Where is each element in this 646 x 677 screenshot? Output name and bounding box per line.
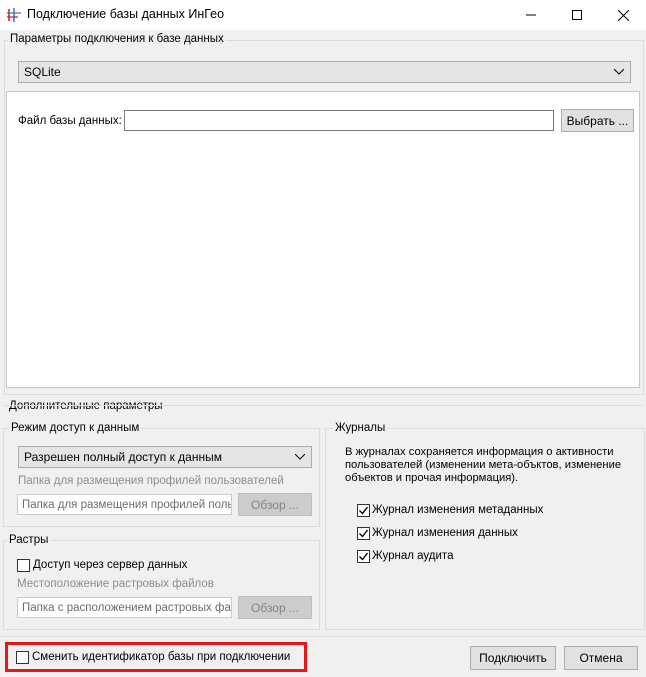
- app-icon: [7, 8, 21, 22]
- access-mode-select[interactable]: Разрешен полный доступ к данным: [18, 446, 312, 468]
- change-id-checkbox[interactable]: [16, 651, 29, 664]
- database-file-input[interactable]: [124, 110, 554, 131]
- raster-location-input[interactable]: Папка с расположением растровых файлов: [17, 597, 232, 618]
- chevron-down-icon: [295, 454, 305, 460]
- access-group-title: Режим доступ к данным: [9, 422, 142, 434]
- audit-log-label: Журнал аудита: [372, 550, 454, 562]
- profiles-folder-label: Папка для размещения профилей пользовате…: [18, 475, 284, 487]
- data-log-checkbox[interactable]: [357, 527, 370, 540]
- access-mode-value: Разрешен полный доступ к данным: [24, 450, 222, 464]
- close-button[interactable]: [600, 0, 646, 30]
- audit-log-checkbox[interactable]: [357, 550, 370, 563]
- minimize-button[interactable]: [508, 0, 554, 30]
- raster-browse-button[interactable]: Обзор ...: [238, 596, 312, 619]
- server-access-checkbox[interactable]: [17, 559, 30, 572]
- footer-divider: [0, 636, 646, 637]
- additional-title: Дополнительные параметры: [9, 400, 163, 412]
- connect-button[interactable]: Подключить: [470, 646, 556, 670]
- metadata-log-label: Журнал изменения метаданных: [372, 504, 544, 516]
- server-access-label: Доступ через сервер данных: [33, 559, 188, 571]
- close-icon: [617, 9, 629, 21]
- check-icon: [359, 552, 369, 561]
- title-bar: Подключение базы данных ИнГео: [0, 0, 646, 30]
- connection-group-title: Параметры подключения к базе данных: [8, 33, 226, 45]
- provider-settings-panel: [6, 91, 640, 388]
- data-log-label: Журнал изменения данных: [372, 527, 518, 539]
- chevron-down-icon: [614, 69, 624, 75]
- maximize-button[interactable]: [554, 0, 600, 30]
- metadata-log-checkbox[interactable]: [357, 504, 370, 517]
- maximize-icon: [572, 10, 582, 20]
- profiles-folder-input[interactable]: Папка для размещения профилей пользовате…: [17, 494, 232, 515]
- provider-value: SQLite: [24, 65, 61, 79]
- provider-select[interactable]: SQLite: [18, 61, 631, 83]
- check-icon: [359, 529, 369, 538]
- change-id-label: Сменить идентификатор базы при подключен…: [32, 651, 291, 663]
- raster-location-label: Местоположение растровых файлов: [17, 578, 214, 590]
- check-icon: [359, 506, 369, 515]
- additional-divider: [3, 405, 643, 406]
- logs-description: В журналах сохраняется информация о акти…: [345, 446, 622, 484]
- window-title: Подключение базы данных ИнГео: [27, 7, 225, 21]
- profiles-browse-button[interactable]: Обзор ...: [238, 493, 312, 516]
- logs-group-title: Журналы: [333, 422, 388, 434]
- select-file-button[interactable]: Выбрать ...: [561, 109, 634, 132]
- cancel-button[interactable]: Отмена: [564, 646, 638, 670]
- minimize-icon: [526, 14, 536, 16]
- rasters-group-title: Растры: [7, 534, 51, 546]
- file-label: Файл базы данных:: [18, 115, 122, 127]
